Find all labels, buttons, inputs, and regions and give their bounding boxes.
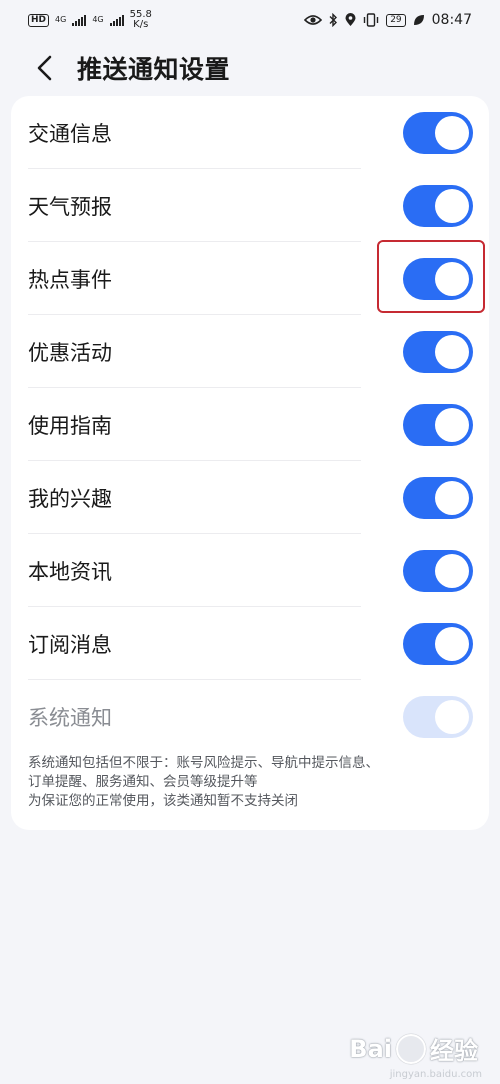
setting-row-traffic: 交通信息 [11, 96, 489, 169]
highlight-box [377, 240, 485, 313]
toggle-switch-subscriptions[interactable] [403, 622, 473, 665]
toggle-knob [435, 553, 469, 588]
toggle-switch-system [403, 695, 473, 738]
note-line: 系统通知包括但不限于：账号风险提示、导航中提示信息、 [28, 755, 379, 771]
signal-icon [72, 14, 87, 26]
setting-row-promotions: 优惠活动 [11, 315, 489, 388]
setting-label: 热点事件 [28, 267, 112, 292]
location-icon [345, 13, 356, 26]
toggle-switch-promotions[interactable] [403, 330, 473, 373]
setting-label: 本地资讯 [28, 559, 112, 584]
setting-label: 我的兴趣 [28, 486, 112, 511]
net-speed-unit: K/s [133, 19, 149, 30]
toggle-knob [435, 626, 469, 661]
app-header: 推送通知设置 [0, 40, 500, 96]
vibrate-icon [363, 13, 379, 27]
setting-label: 优惠活动 [28, 340, 112, 365]
setting-label: 订阅消息 [28, 632, 112, 657]
signal-icon-2 [109, 14, 124, 26]
toggle-knob [435, 334, 469, 369]
setting-label: 系统通知 [28, 705, 112, 730]
sim2-label: 4G [92, 15, 104, 24]
clock: 08:47 [431, 12, 472, 28]
leaf-icon [413, 15, 424, 25]
setting-row-weather: 天气预报 [11, 169, 489, 242]
toggle-switch-guide[interactable] [403, 403, 473, 446]
toggle-switch-local-news[interactable] [403, 549, 473, 592]
status-right: 29 08:47 [304, 12, 472, 28]
chevron-left-icon [37, 55, 52, 81]
setting-row-system: 系统通知 [11, 680, 489, 753]
paw-icon [396, 1033, 426, 1064]
setting-label: 使用指南 [28, 413, 112, 438]
settings-card: 交通信息 天气预报 热点事件 优惠活动 使用指南 我的兴趣 本地资讯 订阅消息 [11, 96, 489, 830]
status-bar: HD 4G 4G 55.8 K/s 29 08:47 [0, 0, 500, 40]
toggle-knob [435, 188, 469, 223]
setting-row-local-news: 本地资讯 [11, 534, 489, 607]
status-left: HD 4G 4G 55.8 K/s [28, 10, 152, 30]
watermark: Bai 经验 [349, 1031, 478, 1066]
note-line: 订单提醒、服务通知、会员等级提升等 [28, 774, 258, 790]
system-notice-note: 系统通知包括但不限于：账号风险提示、导航中提示信息、 订单提醒、服务通知、会员等… [28, 754, 478, 811]
watermark-suffix: 经验 [430, 1037, 478, 1065]
hd-badge: HD [28, 13, 50, 27]
bluetooth-icon [329, 13, 338, 27]
back-button[interactable] [33, 55, 55, 81]
toggle-switch-interests[interactable] [403, 476, 473, 519]
battery-icon: 29 [386, 13, 406, 27]
toggle-switch-traffic[interactable] [403, 111, 473, 154]
setting-label: 天气预报 [28, 194, 112, 219]
watermark-url: jingyan.baidu.com [389, 1069, 482, 1080]
toggle-knob [435, 115, 469, 150]
sim1-label: 4G [55, 15, 67, 24]
toggle-knob [435, 407, 469, 442]
eye-icon [304, 15, 323, 25]
setting-row-guide: 使用指南 [11, 388, 489, 461]
watermark-brand: Bai [349, 1034, 392, 1063]
note-line: 为保证您的正常使用，该类通知暂不支持关闭 [28, 793, 298, 809]
setting-label: 交通信息 [28, 121, 112, 146]
toggle-switch-weather[interactable] [403, 184, 473, 227]
setting-row-interests: 我的兴趣 [11, 461, 489, 534]
setting-row-subscriptions: 订阅消息 [11, 607, 489, 680]
page-title: 推送通知设置 [77, 55, 231, 84]
net-speed: 55.8 K/s [130, 10, 152, 30]
toggle-knob [435, 699, 469, 734]
toggle-knob [435, 480, 469, 515]
